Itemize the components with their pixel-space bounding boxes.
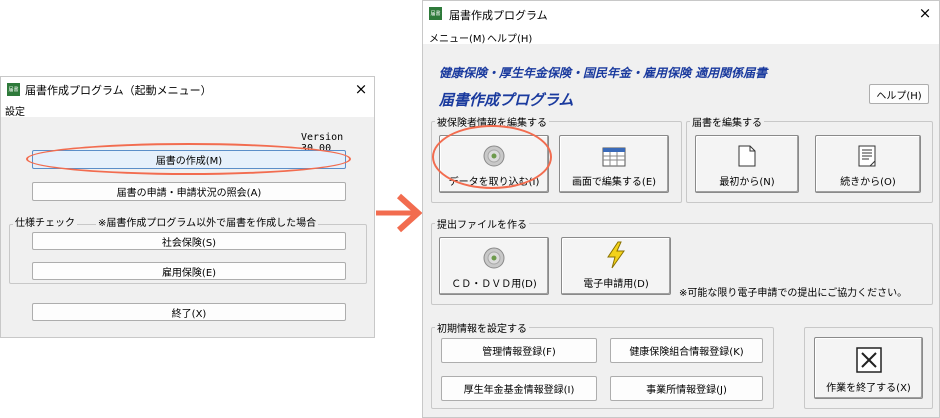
help-button[interactable]: ヘルプ(H) [869, 84, 929, 104]
pension-fund-button[interactable]: 厚生年金基金情報登録(I) [441, 376, 597, 401]
written-page-icon [858, 145, 876, 167]
highlight-oval [432, 125, 552, 189]
cd-dvd-label: ＣＤ・ＤＶＤ用(D) [451, 279, 537, 290]
page-subheading: 届書作成プログラム [439, 91, 574, 109]
window-title: 届書作成プログラム（起動メニュー） [25, 84, 212, 97]
window-title: 届書作成プログラム [449, 9, 548, 22]
menu-bar: 設定 [1, 101, 374, 118]
inquiry-button[interactable]: 届書の申請・申請状況の照会(A) [32, 182, 346, 201]
main-window: 届書 届書作成プログラム × メニュー(M) ヘルプ(H) 健康保険・厚生年金保… [422, 0, 940, 418]
spec-check-note: ※届書作成プログラム以外で届書を作成した場合 [96, 214, 319, 229]
menu-bar: メニュー(M) ヘルプ(H) [423, 27, 939, 45]
title-bar: 届書 届書作成プログラム × [423, 1, 939, 27]
blank-page-icon [738, 145, 756, 167]
menu-help[interactable]: ヘルプ(H) [487, 30, 532, 45]
cd-dvd-button[interactable]: ＣＤ・ＤＶＤ用(D) [439, 237, 549, 295]
health-union-button[interactable]: 健康保険組合情報登録(K) [610, 338, 763, 363]
new-form-label: 最初から(N) [719, 177, 775, 188]
screen-edit-button[interactable]: 画面で編集する(E) [559, 135, 669, 193]
exit-button[interactable]: 終了(X) [32, 303, 346, 321]
close-box-icon [855, 347, 882, 373]
screen-edit-label: 画面で編集する(E) [571, 177, 657, 188]
employment-insurance-button[interactable]: 雇用保険(E) [32, 262, 346, 280]
spreadsheet-icon [602, 147, 626, 167]
highlight-oval [26, 143, 351, 175]
app-icon: 届書 [429, 7, 442, 20]
close-icon[interactable]: × [917, 6, 933, 21]
spec-check-label: 仕様チェック [13, 214, 77, 229]
e-apply-button[interactable]: 電子申請用(D) [561, 237, 671, 295]
initial-settings-label: 初期情報を設定する [435, 320, 529, 335]
title-bar: 届書 届書作成プログラム（起動メニュー） × [1, 77, 374, 101]
social-insurance-button[interactable]: 社会保険(S) [32, 232, 346, 250]
arrow-right-icon [376, 193, 423, 233]
exit-work-label: 作業を終了する(X) [826, 383, 911, 394]
submit-file-label: 提出ファイルを作る [435, 216, 529, 231]
menu-main[interactable]: メニュー(M) [429, 30, 485, 45]
admin-info-button[interactable]: 管理情報登録(F) [441, 338, 597, 363]
e-apply-note: ※可能な限り電子申請での提出にご協力ください。 [679, 288, 908, 299]
new-form-button[interactable]: 最初から(N) [695, 135, 799, 193]
lightning-icon [607, 241, 625, 269]
app-icon: 届書 [7, 83, 20, 96]
page-heading: 健康保険・厚生年金保険・国民年金・雇用保険 適用関係届書 [439, 66, 768, 80]
e-apply-label: 電子申請用(D) [583, 279, 649, 290]
office-info-button[interactable]: 事業所情報登録(J) [610, 376, 763, 401]
exit-work-button[interactable]: 作業を終了する(X) [814, 337, 923, 399]
continue-form-button[interactable]: 続きから(O) [815, 135, 921, 193]
edit-form-label: 届書を編集する [690, 114, 764, 129]
menu-settings[interactable]: 設定 [5, 103, 25, 118]
disc-icon [483, 247, 505, 269]
continue-form-label: 続きから(O) [840, 177, 896, 188]
launcher-window: 届書 届書作成プログラム（起動メニュー） × 設定 Version 30.00 … [0, 76, 375, 338]
close-icon[interactable]: × [353, 82, 369, 97]
